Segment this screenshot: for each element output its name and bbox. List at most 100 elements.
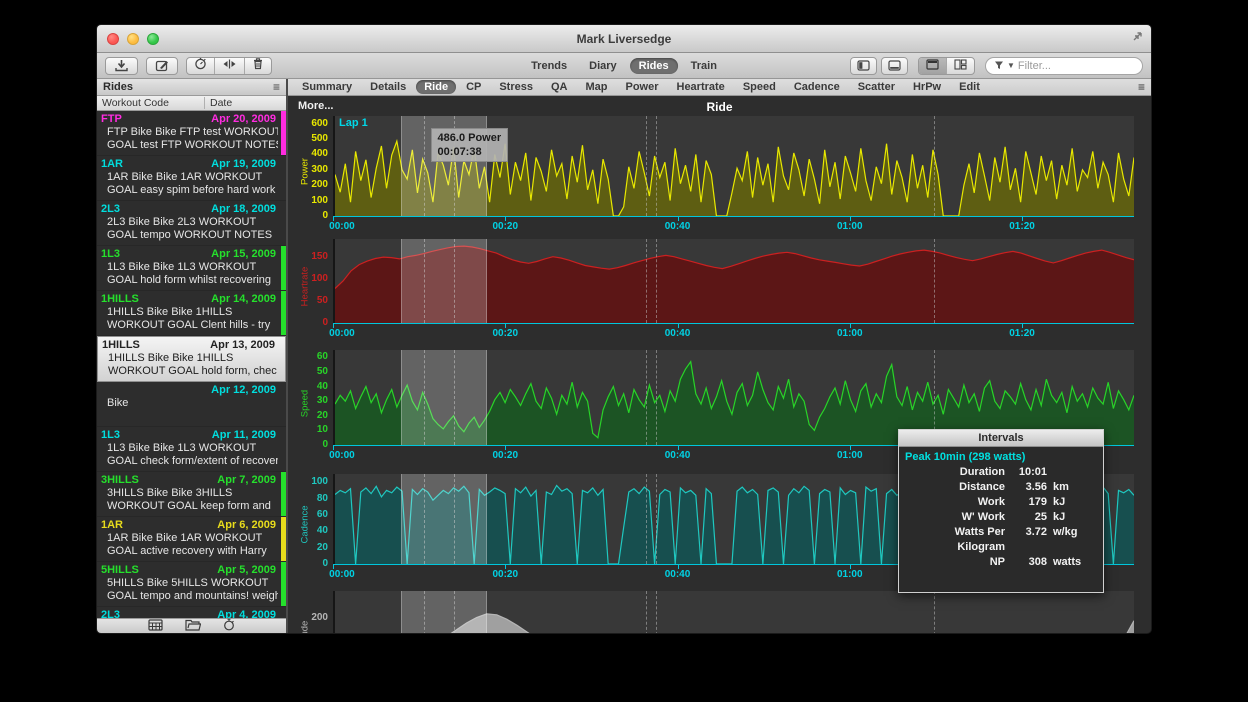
tab-summary[interactable]: Summary: [294, 80, 360, 94]
sidebar-menu-icon[interactable]: ≡: [273, 80, 280, 94]
selected-interval-region[interactable]: [401, 239, 487, 323]
ride-item[interactable]: 1L3Apr 11, 20091L3 Bike Bike 1L3 WORKOUT…: [97, 427, 286, 472]
toggle-bottom-panel-button[interactable]: [881, 57, 908, 75]
ride-item[interactable]: 1HILLSApr 14, 20091HILLS Bike Bike 1HILL…: [97, 291, 286, 336]
selected-interval-region[interactable]: [401, 474, 487, 564]
intervals-popup-title[interactable]: Intervals: [899, 430, 1103, 447]
tab-cp[interactable]: CP: [458, 80, 489, 94]
tab-edit[interactable]: Edit: [951, 80, 988, 94]
ride-description-line: GOAL active recovery with Harry: [101, 545, 278, 558]
ride-date: Apr 4, 2009: [217, 609, 276, 618]
sidebar-title: Rides: [103, 81, 133, 93]
ride-item[interactable]: 1L3Apr 15, 20091L3 Bike Bike 1L3 WORKOUT…: [97, 246, 286, 291]
ride-item[interactable]: 2L3Apr 18, 20092L3 Bike Bike 2L3 WORKOUT…: [97, 201, 286, 246]
zoom-window-button[interactable]: [147, 33, 159, 45]
selected-interval-region[interactable]: [401, 350, 487, 445]
ride-date: Apr 7, 2009: [217, 474, 276, 487]
column-workout-code[interactable]: Workout Code: [97, 97, 205, 109]
chevron-down-icon[interactable]: ▼: [1007, 61, 1015, 70]
y-tick-label: 10: [317, 425, 328, 435]
tab-scatter[interactable]: Scatter: [850, 80, 903, 94]
ride-color-bar: [281, 562, 286, 606]
x-tick-label: 00:00: [329, 221, 355, 232]
ride-code: 1L3: [101, 248, 120, 261]
tiled-layout-button[interactable]: [947, 58, 974, 74]
tab-heartrate[interactable]: Heartrate: [669, 80, 733, 94]
lap-label: Lap 1: [339, 117, 368, 129]
ride-item[interactable]: Apr 12, 2009Bike: [97, 382, 286, 427]
view-tab-diary[interactable]: Diary: [580, 58, 626, 74]
interval-stat-row: Distance3.56km: [905, 480, 1097, 495]
sidebar-toggles: [850, 57, 908, 75]
lap-marker-line: [646, 591, 647, 634]
rides-sidebar: Rides ≡ Workout Code Date FTPApr 20, 200…: [97, 79, 288, 634]
minimize-window-button[interactable]: [127, 33, 139, 45]
download-icon: [114, 59, 129, 72]
ride-item[interactable]: 1HILLSApr 13, 20091HILLS Bike Bike 1HILL…: [97, 336, 286, 382]
manual-entry-button[interactable]: [146, 57, 178, 75]
close-window-button[interactable]: [107, 33, 119, 45]
tab-speed[interactable]: Speed: [735, 80, 784, 94]
download-ride-button[interactable]: [105, 57, 138, 75]
ride-description-line: 2L3 Bike Bike 2L3 WORKOUT: [101, 216, 278, 229]
interval-heading: Peak 10min (298 watts): [905, 451, 1097, 463]
calendar-icon[interactable]: [148, 618, 163, 634]
ride-item[interactable]: 1ARApr 19, 20091AR Bike Bike 1AR WORKOUT…: [97, 156, 286, 201]
ride-item[interactable]: 2L3Apr 4, 20092L3 Bike Bike 2L3 WORKOUTG…: [97, 607, 286, 618]
view-tab-rides[interactable]: Rides: [630, 58, 678, 74]
folder-icon[interactable]: [185, 618, 201, 634]
ride-description-line: WORKOUT GOAL keep form and: [101, 500, 278, 513]
toggle-sidebar-button[interactable]: [850, 57, 877, 75]
delete-ride-button[interactable]: [245, 58, 271, 74]
heartrate-time-axis: 00:0000:2000:4001:0001:20: [333, 323, 1134, 340]
ride-code: 3HILLS: [101, 474, 139, 487]
stopwatch-icon[interactable]: [223, 618, 235, 634]
intervals-popup[interactable]: Intervals Peak 10min (298 watts) Duratio…: [898, 429, 1104, 593]
filter-input[interactable]: [1018, 60, 1118, 72]
chart-menu-icon[interactable]: ≡: [1138, 80, 1145, 94]
ride-item[interactable]: 5HILLSApr 5, 20095HILLS Bike 5HILLS WORK…: [97, 562, 286, 607]
stopwatch-icon: [194, 57, 207, 75]
ride-description-line: WORKOUT GOAL Clent hills - try: [101, 319, 278, 332]
power-plot[interactable]: Lap 1486.0 Power00:07:38: [333, 116, 1134, 216]
altitude-axis-label: Altitude: [300, 607, 311, 635]
view-tab-train[interactable]: Train: [682, 58, 726, 74]
fullscreen-icon[interactable]: [1129, 31, 1143, 50]
tab-ride[interactable]: Ride: [416, 80, 456, 94]
tabbed-layout-button[interactable]: [919, 58, 947, 74]
tab-stress[interactable]: Stress: [491, 80, 541, 94]
tab-map[interactable]: Map: [577, 80, 615, 94]
ride-color-bar: [281, 517, 286, 561]
x-tick-label: 00:20: [492, 328, 518, 339]
ride-description-line: GOAL check form/extent of recovery: [101, 455, 278, 468]
ride-color-bar: [281, 472, 286, 516]
y-tick-label: 100: [311, 477, 328, 487]
ride-item[interactable]: FTPApr 20, 2009FTP Bike Bike FTP test WO…: [97, 111, 286, 156]
tab-details[interactable]: Details: [362, 80, 414, 94]
tab-cadence[interactable]: Cadence: [786, 80, 848, 94]
view-tab-trends[interactable]: Trends: [522, 58, 576, 74]
ride-date: Apr 14, 2009: [211, 293, 276, 306]
split-ride-button[interactable]: [215, 58, 245, 74]
stopwatch-button[interactable]: [187, 58, 215, 74]
selected-interval-region[interactable]: [401, 591, 487, 634]
ride-actions-group: [186, 57, 272, 75]
tab-power[interactable]: Power: [617, 80, 666, 94]
ride-date: Apr 20, 2009: [211, 113, 276, 126]
cadence-axis-label: Cadence: [300, 495, 311, 555]
ride-item[interactable]: 3HILLSApr 7, 20093HILLS Bike Bike 3HILLS…: [97, 472, 286, 517]
altitude-plot[interactable]: [333, 591, 1134, 634]
ride-date: Apr 6, 2009: [217, 519, 276, 532]
column-date[interactable]: Date: [205, 97, 232, 109]
heartrate-plot[interactable]: [333, 239, 1134, 323]
y-tick-label: 30: [317, 396, 328, 406]
x-tick-label: 00:40: [665, 221, 691, 232]
power-time-axis: 00:0000:2000:4001:0001:20: [333, 216, 1134, 233]
filter-box: ▼: [985, 57, 1143, 75]
tab-qa[interactable]: QA: [543, 80, 576, 94]
chart-panel-power: Power6005004003002001000Lap 1486.0 Power…: [288, 116, 1151, 233]
page-title: Ride: [288, 100, 1151, 114]
ride-item[interactable]: 1ARApr 6, 20091AR Bike Bike 1AR WORKOUTG…: [97, 517, 286, 562]
ride-description-line: GOAL tempo WORKOUT NOTES: [101, 229, 278, 242]
tab-hrpw[interactable]: HrPw: [905, 80, 949, 94]
